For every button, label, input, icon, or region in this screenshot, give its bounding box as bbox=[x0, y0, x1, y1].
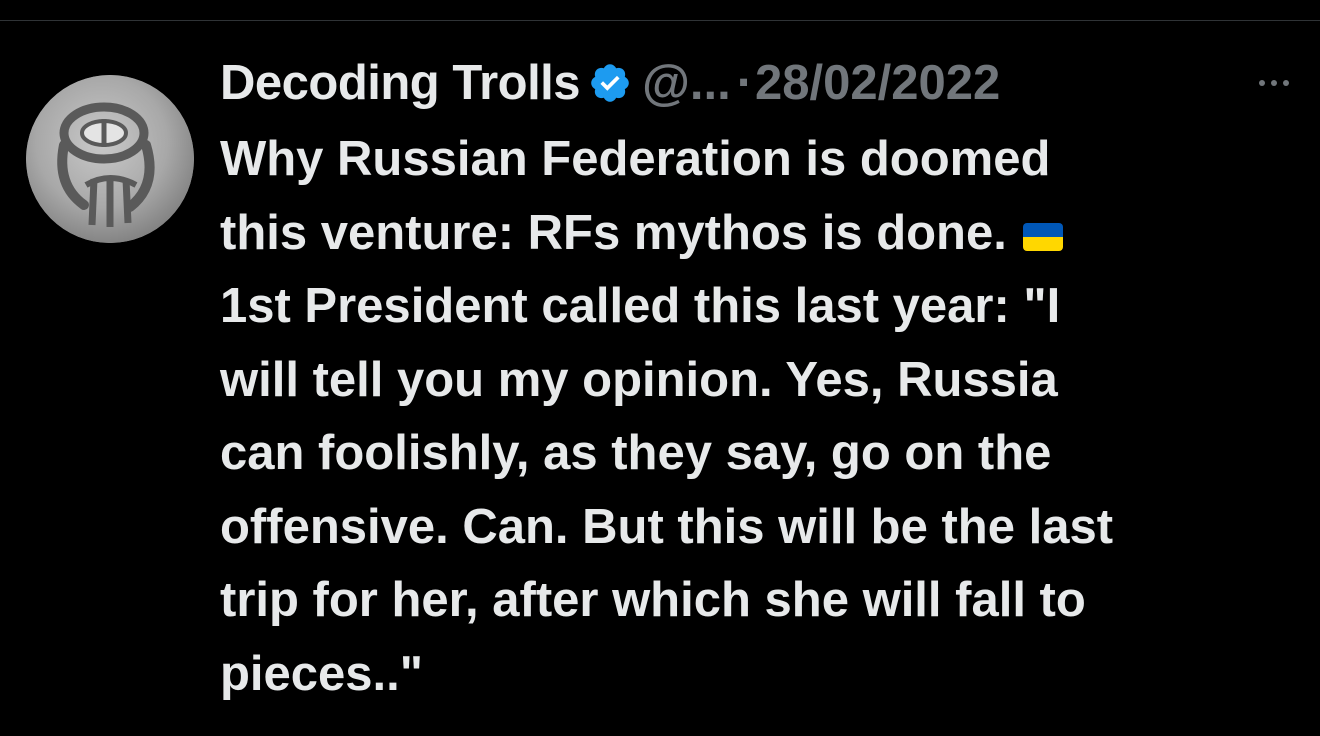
tweet-content: Decoding Trolls @... · 28/02/2022 Why Ru… bbox=[220, 53, 1300, 711]
tweet-text-line: trip for her, after which she will fall … bbox=[220, 573, 1086, 627]
tweet-date[interactable]: 28/02/2022 bbox=[755, 55, 1000, 111]
tweet-text-line: this venture: RFs mythos is done. bbox=[220, 197, 1280, 271]
more-dot bbox=[1259, 80, 1265, 86]
more-dot bbox=[1283, 80, 1289, 86]
tweet-header: Decoding Trolls @... · 28/02/2022 bbox=[220, 53, 1300, 113]
tweet-text-line: offensive. Can. But this will be the las… bbox=[220, 499, 1114, 554]
tweet-text-line: can foolishly, as they say, go on the bbox=[220, 426, 1052, 480]
display-name[interactable]: Decoding Trolls bbox=[220, 55, 581, 111]
user-handle[interactable]: @... bbox=[642, 55, 731, 111]
more-dot bbox=[1271, 80, 1277, 86]
avatar[interactable] bbox=[26, 75, 194, 243]
tweet-text-segment: this venture: RFs mythos is done. bbox=[220, 205, 1007, 260]
ukraine-flag-icon bbox=[1022, 222, 1063, 251]
verified-badge-icon bbox=[588, 61, 632, 105]
dot-separator: · bbox=[736, 56, 754, 110]
tweet-card[interactable]: Decoding Trolls @... · 28/02/2022 Why Ru… bbox=[0, 21, 1320, 736]
stone-seal-avatar-icon bbox=[26, 75, 194, 243]
tweet-text-line: pieces.." bbox=[220, 646, 424, 701]
tweet-text-line: 1st President called this last year: "I bbox=[220, 279, 1061, 333]
tweet-text-line: Why Russian Federation is doomed bbox=[220, 132, 1051, 186]
more-options-icon[interactable] bbox=[1248, 65, 1300, 101]
tweet-text-line: will tell you my opinion. Yes, Russia bbox=[220, 352, 1058, 407]
tweet-text: Why Russian Federation is doomed this ve… bbox=[220, 123, 1280, 711]
